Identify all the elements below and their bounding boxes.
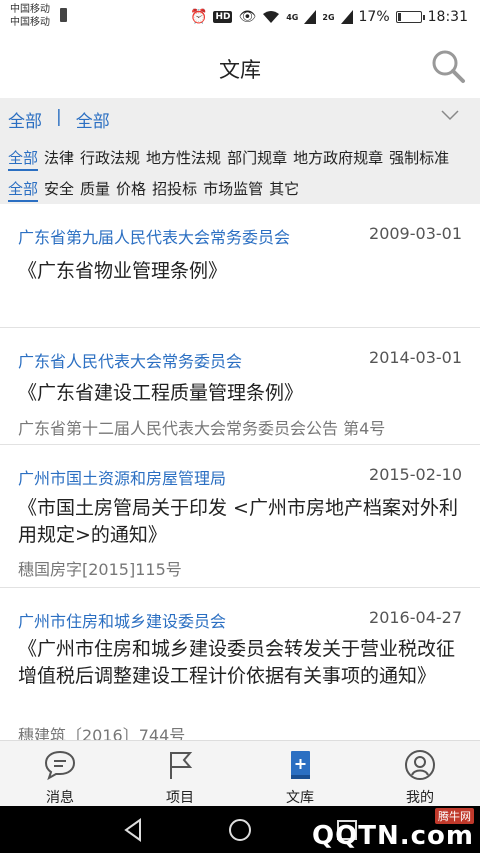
filter-chip-local-gov-rule[interactable]: 地方政府规章 [293,147,383,171]
network-2: 2G [322,12,335,22]
hd-icon: HD [213,11,233,23]
nav-label: 文库 [286,790,314,806]
nav-tab-profile[interactable]: 我的 [360,741,480,807]
breadcrumb: 全部 | 全部 [8,107,110,132]
user-icon [405,750,435,780]
alarm-icon: ⏰ [190,9,208,25]
filter-chip-law[interactable]: 法律 [44,147,74,171]
wifi-icon [263,11,280,23]
document-date: 2016-04-27 [369,608,462,627]
breadcrumb-separator: | [56,107,62,127]
document-title: 《市国土房管局关于印发 <广州市房地产档案对外利用规定>的通知》 [18,497,458,546]
document-number: 穗国房字[2015]115号 [18,560,182,579]
signal-2-icon [340,10,353,24]
document-number: 穗建筑〔2016〕744号 [18,726,186,740]
book-icon [291,751,310,779]
nav-label: 消息 [46,790,74,806]
filter-chip-bidding[interactable]: 招投标 [152,178,197,202]
filter-chip-department-rule[interactable]: 部门规章 [227,147,287,171]
document-title: 《广州市住房和城乡建设委员会转发关于营业税改征增值税后调整建设工程计价依据有关事… [18,638,456,687]
bottom-navigation: 消息 项目 文库 我的 [0,740,480,806]
document-issuer: 广东省第九届人民代表大会常务委员会 [18,228,291,247]
network-1: 4G [286,12,299,22]
document-number: 广东省第十二届人民代表大会常务委员会公告 第4号 [18,419,386,438]
system-navigation-bar: 腾牛网 QQTN.com [0,806,480,853]
page-title: 文库 [219,58,261,82]
filter-chip-quality[interactable]: 质量 [80,178,110,202]
battery-icon [395,11,425,23]
document-title: 《广东省建设工程质量管理条例》 [18,382,304,404]
filter-chip-market-supervision[interactable]: 市场监管 [203,178,263,202]
filter-chip-other[interactable]: 其它 [269,178,299,202]
battery-percent: 17% [358,9,390,25]
battery-level [397,13,402,21]
filter-chip-admin-regulation[interactable]: 行政法规 [80,147,140,171]
chevron-down-icon[interactable] [440,108,460,122]
home-icon[interactable] [225,815,255,845]
breadcrumb-category[interactable]: 全部 [8,107,42,132]
topic-filter-row: 全部 安全 质量 价格 招投标 市场监管 其它 [8,178,305,202]
carrier-2: 中国移动 [10,17,50,28]
watermark-logo: QQTN.com [312,821,474,851]
filter-panel: 全部 | 全部 全部 法律 行政法规 地方性法规 部门规章 地方政府规章 强制标… [0,98,480,204]
carrier-1: 中国移动 [10,4,50,15]
search-icon[interactable] [430,48,466,84]
filter-chip-safety[interactable]: 安全 [44,178,74,202]
chat-bubble-icon [44,750,76,781]
filter-chip-mandatory-standard[interactable]: 强制标准 [389,147,449,171]
list-item[interactable]: 广东省第九届人民代表大会常务委员会 2009-03-01 《广东省物业管理条例》 [0,204,480,328]
nav-tab-library[interactable]: 文库 [240,741,360,807]
list-item[interactable]: 广州市国土资源和房屋管理局 2015-02-10 《市国土房管局关于印发 <广州… [0,445,480,588]
clock: 18:31 [427,9,468,25]
filter-chip-all-category[interactable]: 全部 [8,147,39,171]
category-filter-row: 全部 法律 行政法规 地方性法规 部门规章 地方政府规章 强制标准 [8,147,455,171]
document-list: 广东省第九届人民代表大会常务委员会 2009-03-01 《广东省物业管理条例》… [0,204,480,740]
nav-label: 我的 [406,790,434,806]
status-icons: ⏰ HD 👁 4G 2G 17% 18:31 [190,7,468,27]
carrier-labels: 中国移动 中国移动 [10,3,50,29]
filter-chip-all-topic[interactable]: 全部 [8,178,39,202]
document-issuer: 广东省人民代表大会常务委员会 [18,352,243,371]
eye-icon: 👁 [238,9,257,25]
app-header: 文库 [0,34,480,98]
list-item[interactable]: 广东省人民代表大会常务委员会 2014-03-01 《广东省建设工程质量管理条例… [0,328,480,445]
document-issuer: 广州市住房和城乡建设委员会 [18,612,227,631]
sim-alert-icon [60,8,67,22]
signal-1-icon [304,10,317,24]
filter-chip-price[interactable]: 价格 [116,178,146,202]
flag-icon [170,752,193,779]
document-date: 2014-03-01 [369,348,462,367]
back-icon[interactable] [118,815,148,845]
nav-tab-messages[interactable]: 消息 [0,741,120,807]
list-item[interactable]: 广州市住房和城乡建设委员会 2016-04-27 《广州市住房和城乡建设委员会转… [0,588,480,740]
filter-chip-local-regulation[interactable]: 地方性法规 [146,147,221,171]
document-date: 2009-03-01 [369,224,462,243]
document-date: 2015-02-10 [369,465,462,484]
document-title: 《广东省物业管理条例》 [18,260,228,282]
nav-tab-projects[interactable]: 项目 [120,741,240,807]
document-issuer: 广州市国土资源和房屋管理局 [18,469,227,488]
nav-label: 项目 [166,790,194,806]
status-bar: 中国移动 中国移动 ⏰ HD 👁 4G 2G 17% 18:31 [0,0,480,34]
breadcrumb-subcategory[interactable]: 全部 [76,107,110,132]
